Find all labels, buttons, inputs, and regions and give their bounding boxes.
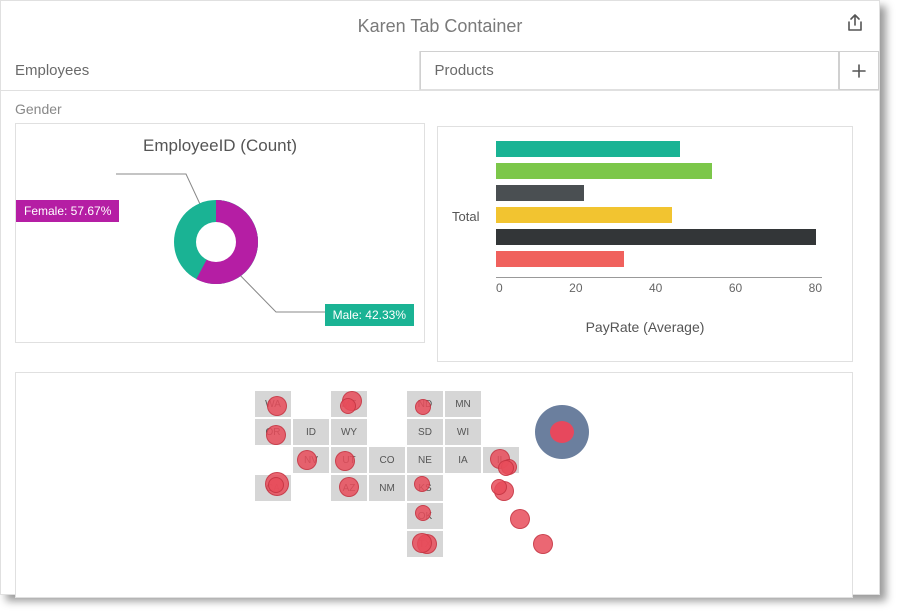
add-tab-button[interactable] (839, 51, 879, 90)
bars-group (496, 141, 816, 273)
map-bubble (412, 533, 432, 553)
gender-heading: Gender (15, 101, 425, 117)
tick: 20 (569, 281, 582, 295)
content-area: Gender EmployeeID (Count) (1, 91, 879, 608)
tab-label: Employees (15, 62, 89, 79)
donut-label-male: Male: 42.33% (325, 304, 414, 326)
tab-label: Products (435, 62, 494, 79)
map-bubble (267, 396, 287, 416)
tab-products[interactable]: Products (420, 51, 840, 90)
state-wy: WY (330, 418, 368, 446)
bar-segment (496, 141, 680, 157)
state-nm: NM (368, 474, 406, 502)
tick: 40 (649, 281, 662, 295)
plus-icon (851, 63, 867, 79)
donut-label-female: Female: 57.67% (16, 200, 119, 222)
bar-segment (496, 251, 624, 267)
x-axis (496, 277, 822, 278)
tick: 0 (496, 281, 503, 295)
share-button[interactable] (845, 13, 865, 38)
bar-segment (496, 163, 712, 179)
header: Karen Tab Container (1, 1, 879, 51)
us-map: WAMTNDMNORIDWYSDWINVUTCONEIAILCAAZNMKSOK… (254, 390, 614, 580)
map-bubble (491, 479, 507, 495)
map-bubble (533, 534, 553, 554)
map-bubble (340, 398, 356, 414)
map-bubble (510, 509, 530, 529)
tick: 80 (809, 281, 822, 295)
bar-segment (496, 207, 672, 223)
map-bubble-highlight (535, 405, 589, 459)
gender-panel-wrapper: Gender EmployeeID (Count) (15, 101, 425, 362)
bar-segment (496, 185, 584, 201)
gender-donut-panel: EmployeeID (Count) (15, 123, 425, 343)
tab-employees[interactable]: Employees (1, 51, 420, 90)
bar-ylabel: Total (452, 209, 479, 224)
bar-segment (496, 229, 816, 245)
donut-title: EmployeeID (Count) (16, 124, 424, 162)
donut-chart: Female: 57.67% Male: 42.33% (16, 162, 424, 332)
tab-bar: Employees Products (1, 51, 879, 91)
bar-chart: Total 0 20 40 60 80 (452, 137, 832, 317)
bar-xlabel: PayRate (Average) (452, 319, 838, 335)
x-ticks: 0 20 40 60 80 (496, 281, 822, 295)
state-ia: IA (444, 446, 482, 474)
state-sd: SD (406, 418, 444, 446)
map-bubble (415, 505, 431, 521)
state-ne: NE (406, 446, 444, 474)
tick: 60 (729, 281, 742, 295)
state-wi: WI (444, 418, 482, 446)
payrate-bar-panel: Total 0 20 40 60 80 PayRate (Average) (437, 126, 853, 362)
map-bubble (339, 477, 359, 497)
state-mn: MN (444, 390, 482, 418)
dashboard-container: Karen Tab Container Employees Products G… (0, 0, 880, 595)
state-id: ID (292, 418, 330, 446)
state-co: CO (368, 446, 406, 474)
map-bubble (266, 425, 286, 445)
page-title: Karen Tab Container (358, 16, 523, 37)
share-icon (845, 13, 865, 33)
us-map-panel: WAMTNDMNORIDWYSDWINVUTCONEIAILCAAZNMKSOK… (15, 372, 853, 598)
map-bubble (335, 451, 355, 471)
